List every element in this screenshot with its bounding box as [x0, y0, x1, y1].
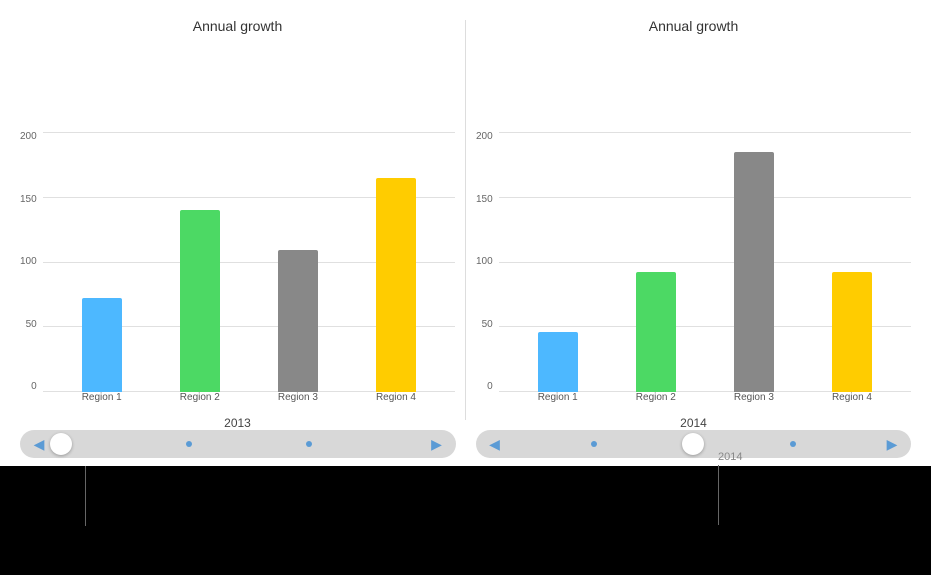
chart2-bar-region3 — [705, 152, 803, 392]
chart1-bars — [43, 132, 455, 392]
charts-area: Annual growth 200 150 100 50 0 — [0, 0, 931, 430]
bar-region2 — [180, 210, 220, 392]
annotation-left — [85, 466, 86, 526]
chart1-y-label-200: 200 — [20, 132, 37, 142]
slider2-left-arrow[interactable]: ◀ — [484, 433, 506, 455]
chart2-xlabel-r3: Region 3 — [705, 392, 803, 412]
chart1-xlabel-r3: Region 3 — [249, 392, 347, 412]
annotation-year-label: 2014 — [718, 451, 742, 463]
chart2-bar-region4 — [803, 272, 901, 392]
controls-area: ◀ ▶ ◀ ▶ — [0, 430, 931, 466]
chart2-xlabel-r1: Region 1 — [509, 392, 607, 412]
bar2-region3 — [734, 152, 774, 392]
slider1-right-arrow[interactable]: ▶ — [425, 433, 447, 455]
chart1-title: Annual growth — [193, 18, 283, 34]
slider1-left-arrow[interactable]: ◀ — [28, 433, 50, 455]
chart1-y-label-0: 0 — [31, 382, 37, 392]
chart2-y-label-200: 200 — [476, 132, 493, 142]
slider2-right-arrow[interactable]: ▶ — [881, 433, 903, 455]
slider1-track[interactable]: ◀ ▶ — [20, 430, 456, 458]
chart2-title: Annual growth — [649, 18, 739, 34]
chart1-container: Annual growth 200 150 100 50 0 — [10, 10, 465, 430]
chart1-y-label-150: 150 — [20, 195, 37, 205]
chart2-y-axis: 200 150 100 50 0 — [476, 132, 499, 412]
chart2-y-label-50: 50 — [482, 320, 493, 330]
chart2-wrapper: 200 150 100 50 0 — [476, 40, 911, 412]
chart1-y-label-50: 50 — [26, 320, 37, 330]
chart1-y-axis: 200 150 100 50 0 — [20, 132, 43, 412]
slider2-thumb[interactable] — [682, 433, 704, 455]
chart2-bar-region1 — [509, 332, 607, 392]
slider1-dot2 — [306, 441, 312, 447]
chart2-y-label-100: 100 — [476, 257, 493, 267]
chart2-xlabel-r2: Region 2 — [607, 392, 705, 412]
chart2-container: Annual growth 200 150 100 50 0 — [466, 10, 921, 430]
chart2-y-label-0: 0 — [487, 382, 493, 392]
chart1-plot: Region 1 Region 2 Region 3 Region 4 — [43, 132, 455, 412]
slider2-dot1 — [591, 441, 597, 447]
chart2-year: 2014 — [680, 416, 707, 430]
chart1-bar-region3 — [249, 250, 347, 392]
chart2-bar-region2 — [607, 272, 705, 392]
bar-region3 — [278, 250, 318, 392]
bar-region4 — [376, 178, 416, 392]
annotation-right: 2014 — [718, 451, 742, 525]
chart1-year: 2013 — [224, 416, 251, 430]
slider1-strip: ◀ ▶ — [10, 430, 466, 458]
bar-region1 — [82, 298, 122, 392]
chart1-bar-region2 — [151, 210, 249, 392]
chart1-xlabel-r2: Region 2 — [151, 392, 249, 412]
chart1-bar-region4 — [347, 178, 445, 392]
chart1-wrapper: 200 150 100 50 0 — [20, 40, 455, 412]
slider1-thumb[interactable] — [50, 433, 72, 455]
slider2-dot2 — [790, 441, 796, 447]
slider2-strip: ◀ ▶ — [466, 430, 922, 458]
chart2-y-label-150: 150 — [476, 195, 493, 205]
chart1-xlabel-r1: Region 1 — [53, 392, 151, 412]
annotation-right-line — [718, 465, 719, 525]
annotation-left-line — [85, 466, 86, 526]
chart1-x-labels: Region 1 Region 2 Region 3 Region 4 — [43, 392, 455, 412]
slider1-dot1 — [186, 441, 192, 447]
bar2-region4 — [832, 272, 872, 392]
chart2-bars — [499, 132, 911, 392]
chart1-bar-region1 — [53, 298, 151, 392]
chart1-xlabel-r4: Region 4 — [347, 392, 445, 412]
bar2-region2 — [636, 272, 676, 392]
chart2-xlabel-r4: Region 4 — [803, 392, 901, 412]
chart2-plot: Region 1 Region 2 Region 3 Region 4 — [499, 132, 911, 412]
chart2-x-labels: Region 1 Region 2 Region 3 Region 4 — [499, 392, 911, 412]
bar2-region1 — [538, 332, 578, 392]
chart1-y-label-100: 100 — [20, 257, 37, 267]
slider2-track[interactable]: ◀ ▶ — [476, 430, 912, 458]
bottom-area: 2014 — [0, 466, 931, 575]
